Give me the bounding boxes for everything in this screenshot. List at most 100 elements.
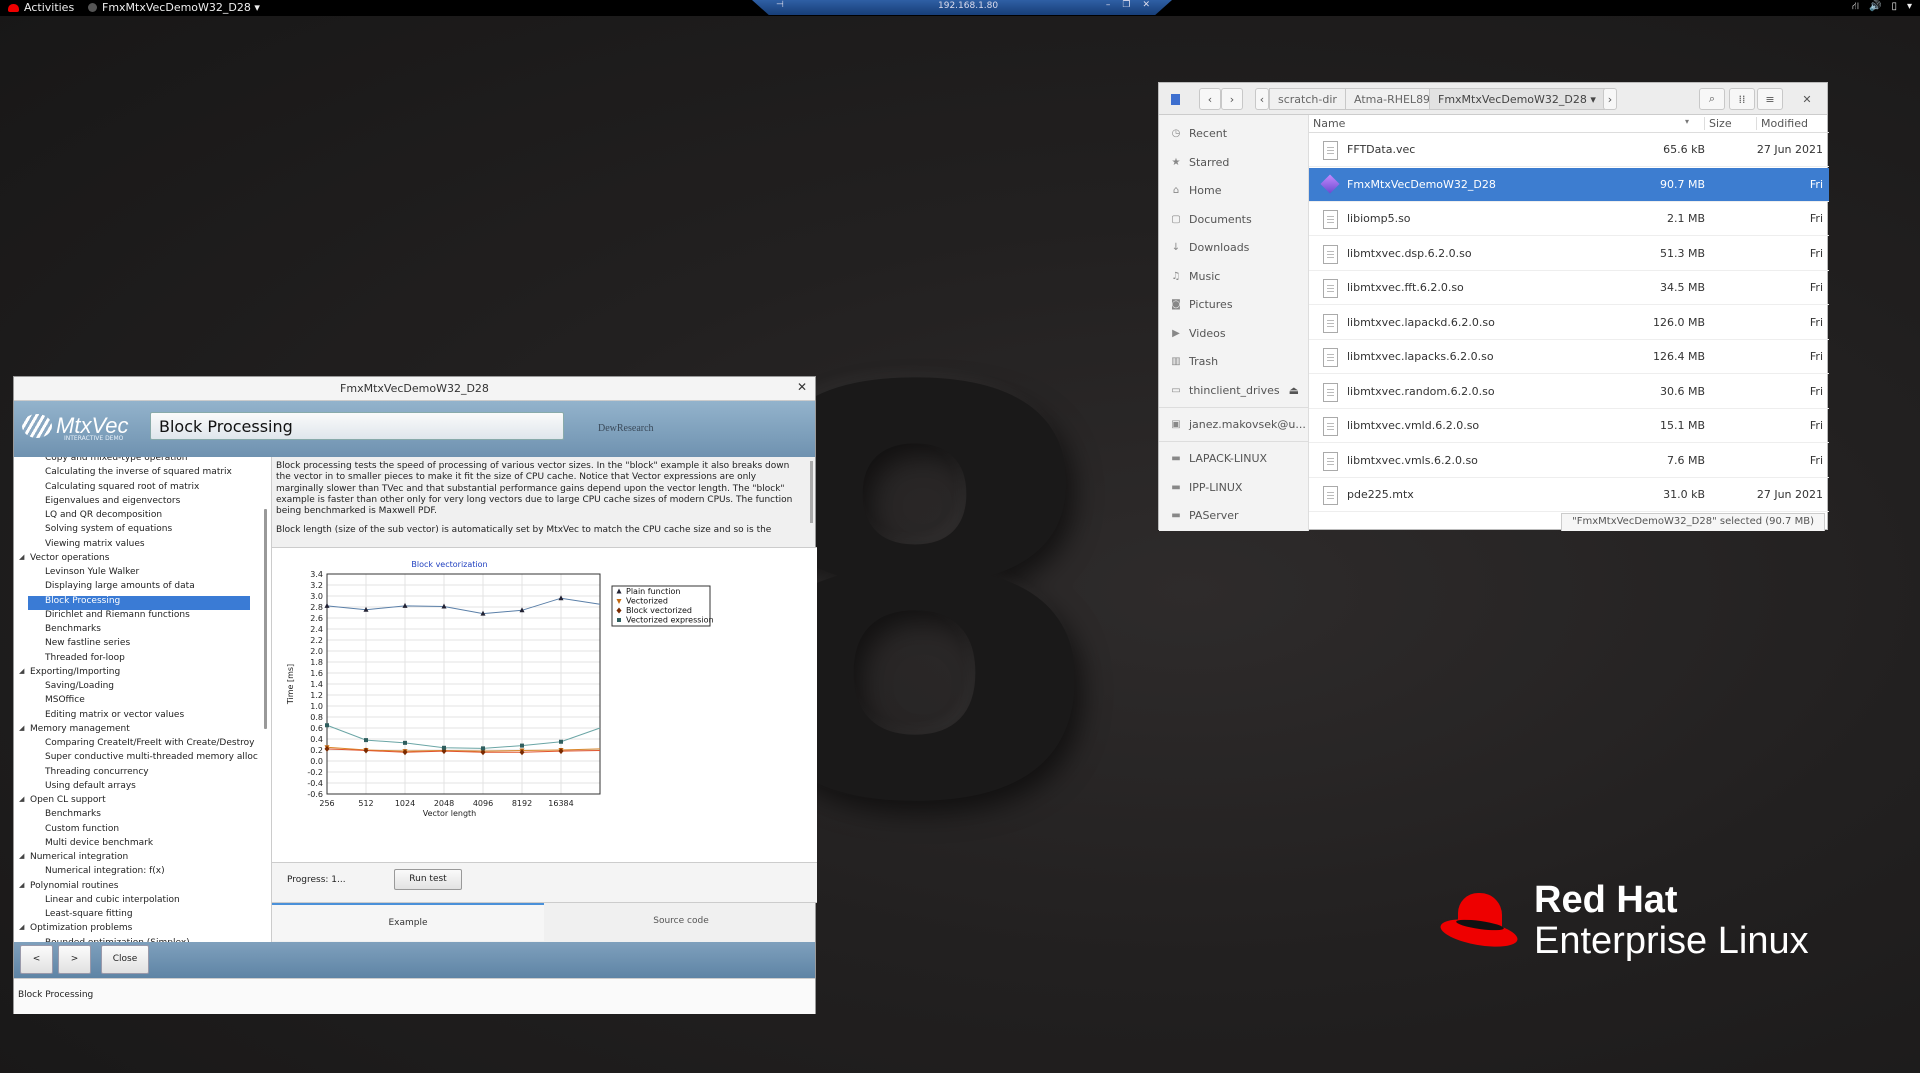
view-grid-button[interactable]: ⁞⁞ (1729, 88, 1755, 110)
close-button[interactable]: ✕ (1795, 88, 1819, 110)
collapse-triangle-icon[interactable]: ◢ (19, 667, 24, 675)
tree-category[interactable]: ◢ Polynomial routines (14, 881, 264, 895)
tree-category[interactable]: ◢ Memory management (14, 724, 264, 738)
tree-category[interactable]: ◢ Numerical integration (14, 852, 264, 866)
collapse-triangle-icon[interactable]: ◢ (19, 795, 24, 803)
file-row[interactable]: FFTData.vec 65.6 kB 27 Jun 2021 (1309, 133, 1829, 167)
breadcrumb-atma[interactable]: Atma-RHEL89 (1345, 88, 1440, 110)
tree-item[interactable]: Editing matrix or vector values (14, 710, 264, 724)
collapse-triangle-icon[interactable]: ◢ (19, 724, 24, 732)
volume-icon[interactable]: 🔊 (1869, 1, 1881, 14)
demo-tree[interactable]: Copy and mixed-type operation Calculating… (14, 457, 272, 955)
tree-item[interactable]: Super conductive multi-threaded memory a… (14, 752, 264, 766)
tree-item[interactable]: Levinson Yule Walker (14, 567, 264, 581)
tree-item[interactable]: New fastline series (14, 638, 264, 652)
sidebar-item-thinclient[interactable]: ▭ thinclient_drives ⏏ (1171, 384, 1307, 397)
forward-button[interactable]: › (1221, 88, 1243, 110)
tree-item[interactable]: Threading concurrency (14, 767, 264, 781)
tree-item[interactable]: MSOffice (14, 695, 264, 709)
sidebar-item-network-user[interactable]: ▣ janez.makovsek@u... (1171, 418, 1307, 431)
collapse-triangle-icon[interactable]: ◢ (19, 881, 24, 889)
tree-item[interactable]: Linear and cubic interpolation (14, 895, 264, 909)
sidebar-item-recent[interactable]: ◷ Recent (1171, 127, 1307, 140)
tree-item[interactable]: Numerical integration: f(x) (14, 866, 264, 880)
path-right-button[interactable]: › (1603, 88, 1617, 110)
tree-category[interactable]: ◢ Vector operations (14, 553, 264, 567)
back-button[interactable]: ‹ (1199, 88, 1221, 110)
description-scrollbar[interactable] (810, 461, 813, 523)
tree-item[interactable]: Solving system of equations (14, 524, 264, 538)
file-row[interactable]: libmtxvec.fft.6.2.0.so 34.5 MB Fri (1309, 271, 1829, 305)
run-test-button[interactable]: Run test (394, 869, 462, 890)
sidebar-item-starred[interactable]: ★ Starred (1171, 156, 1307, 169)
tree-item[interactable]: Calculating squared root of matrix (14, 482, 264, 496)
restore-icon[interactable]: ❐ (1122, 0, 1130, 10)
file-row[interactable]: libmtxvec.lapacks.6.2.0.so 126.4 MB Fri (1309, 340, 1829, 374)
sidebar-item-home[interactable]: ⌂ Home (1171, 184, 1307, 197)
column-name[interactable]: Name (1313, 117, 1345, 130)
sidebar-toggle-icon[interactable] (1165, 88, 1185, 110)
tree-item[interactable]: Saving/Loading (14, 681, 264, 695)
minimize-icon[interactable]: – (1106, 0, 1111, 10)
file-row[interactable]: FmxMtxVecDemoW32_D28 90.7 MB Fri (1309, 167, 1829, 202)
sidebar-item-documents[interactable]: ▢ Documents (1171, 213, 1307, 226)
tree-item[interactable]: Eigenvalues and eigenvectors (14, 496, 264, 510)
file-row[interactable]: libmtxvec.vmld.6.2.0.so 15.1 MB Fri (1309, 409, 1829, 443)
tree-item[interactable]: Displaying large amounts of data (14, 581, 264, 595)
sort-icon[interactable]: ▾ (1685, 117, 1689, 126)
sidebar-item-downloads[interactable]: ↓ Downloads (1171, 241, 1307, 254)
tree-item[interactable]: Viewing matrix values (14, 539, 264, 553)
file-row[interactable]: libiomp5.so 2.1 MB Fri (1309, 202, 1829, 236)
file-row[interactable]: libmtxvec.vmls.6.2.0.so 7.6 MB Fri (1309, 444, 1829, 478)
tab-source-code[interactable]: Source code (545, 903, 817, 941)
system-menu-icon[interactable]: ▾ (1907, 1, 1912, 14)
network-icon[interactable]: ⛙ (1852, 1, 1859, 14)
pin-icon[interactable]: ⊣ (776, 0, 784, 10)
battery-icon[interactable]: ▯ (1891, 1, 1897, 14)
file-row[interactable]: libmtxvec.lapackd.6.2.0.so 126.0 MB Fri (1309, 306, 1829, 340)
path-left-button[interactable]: ‹ (1255, 88, 1269, 110)
column-modified[interactable]: Modified (1756, 117, 1808, 130)
close-icon[interactable]: ✕ (1142, 0, 1150, 10)
tree-item[interactable]: LQ and QR decomposition (14, 510, 264, 524)
collapse-triangle-icon[interactable]: ◢ (19, 852, 24, 860)
breadcrumb-scratch-dir[interactable]: scratch-dir (1269, 88, 1346, 110)
sidebar-item-lapack-linux[interactable]: ▬ LAPACK-LINUX (1171, 452, 1307, 465)
tree-scrollbar[interactable] (264, 509, 267, 729)
prev-button[interactable]: < (20, 945, 53, 974)
sidebar-item-ipp-linux[interactable]: ▬ IPP-LINUX (1171, 481, 1307, 494)
sidebar-item-trash[interactable]: ▥ Trash (1171, 355, 1307, 368)
sidebar-item-videos[interactable]: ▶ Videos (1171, 327, 1307, 340)
close-icon[interactable]: ✕ (797, 380, 807, 394)
collapse-triangle-icon[interactable]: ◢ (19, 553, 24, 561)
eject-icon[interactable]: ⏏ (1289, 384, 1299, 397)
system-tray[interactable]: ⛙ 🔊 ▯ ▾ (1852, 1, 1912, 14)
activities-button[interactable]: Activities (8, 1, 74, 14)
tree-item[interactable]: Block Processing (28, 595, 250, 610)
close-button[interactable]: Close (101, 945, 149, 974)
search-button[interactable]: ⌕ (1699, 88, 1725, 110)
tree-category[interactable]: ◢ Exporting/Importing (14, 667, 264, 681)
tree-category[interactable]: ◢ Optimization problems (14, 923, 264, 937)
tree-item[interactable]: Comparing CreateIt/FreeIt with Create/De… (14, 738, 264, 752)
tree-item[interactable]: Custom function (14, 824, 264, 838)
sidebar-item-pictures[interactable]: ◙ Pictures (1171, 298, 1307, 311)
tree-item[interactable]: Benchmarks (14, 624, 264, 638)
tab-example[interactable]: Example (272, 903, 544, 941)
demo-titlebar[interactable]: FmxMtxVecDemoW32_D28 ✕ (14, 377, 815, 401)
file-row[interactable]: libmtxvec.random.6.2.0.so 30.6 MB Fri (1309, 375, 1829, 409)
tree-category[interactable]: ◢ Open CL support (14, 795, 264, 809)
breadcrumb-current[interactable]: FmxMtxVecDemoW32_D28 ▾ (1429, 88, 1605, 110)
tree-item[interactable]: Threaded for-loop (14, 653, 264, 667)
collapse-triangle-icon[interactable]: ◢ (19, 923, 24, 931)
file-row[interactable]: libmtxvec.dsp.6.2.0.so 51.3 MB Fri (1309, 237, 1829, 271)
next-button[interactable]: > (58, 945, 91, 974)
menu-button[interactable]: ≡ (1757, 88, 1783, 110)
tree-item[interactable]: Least-square fitting (14, 909, 264, 923)
sidebar-item-paserver[interactable]: ▬ PAServer (1171, 509, 1307, 522)
tree-item[interactable]: Copy and mixed-type operation (14, 457, 264, 467)
column-size[interactable]: Size (1704, 117, 1732, 130)
tree-item[interactable]: Multi device benchmark (14, 838, 264, 852)
tree-item[interactable]: Benchmarks (14, 809, 264, 823)
sidebar-item-music[interactable]: ♫ Music (1171, 270, 1307, 283)
